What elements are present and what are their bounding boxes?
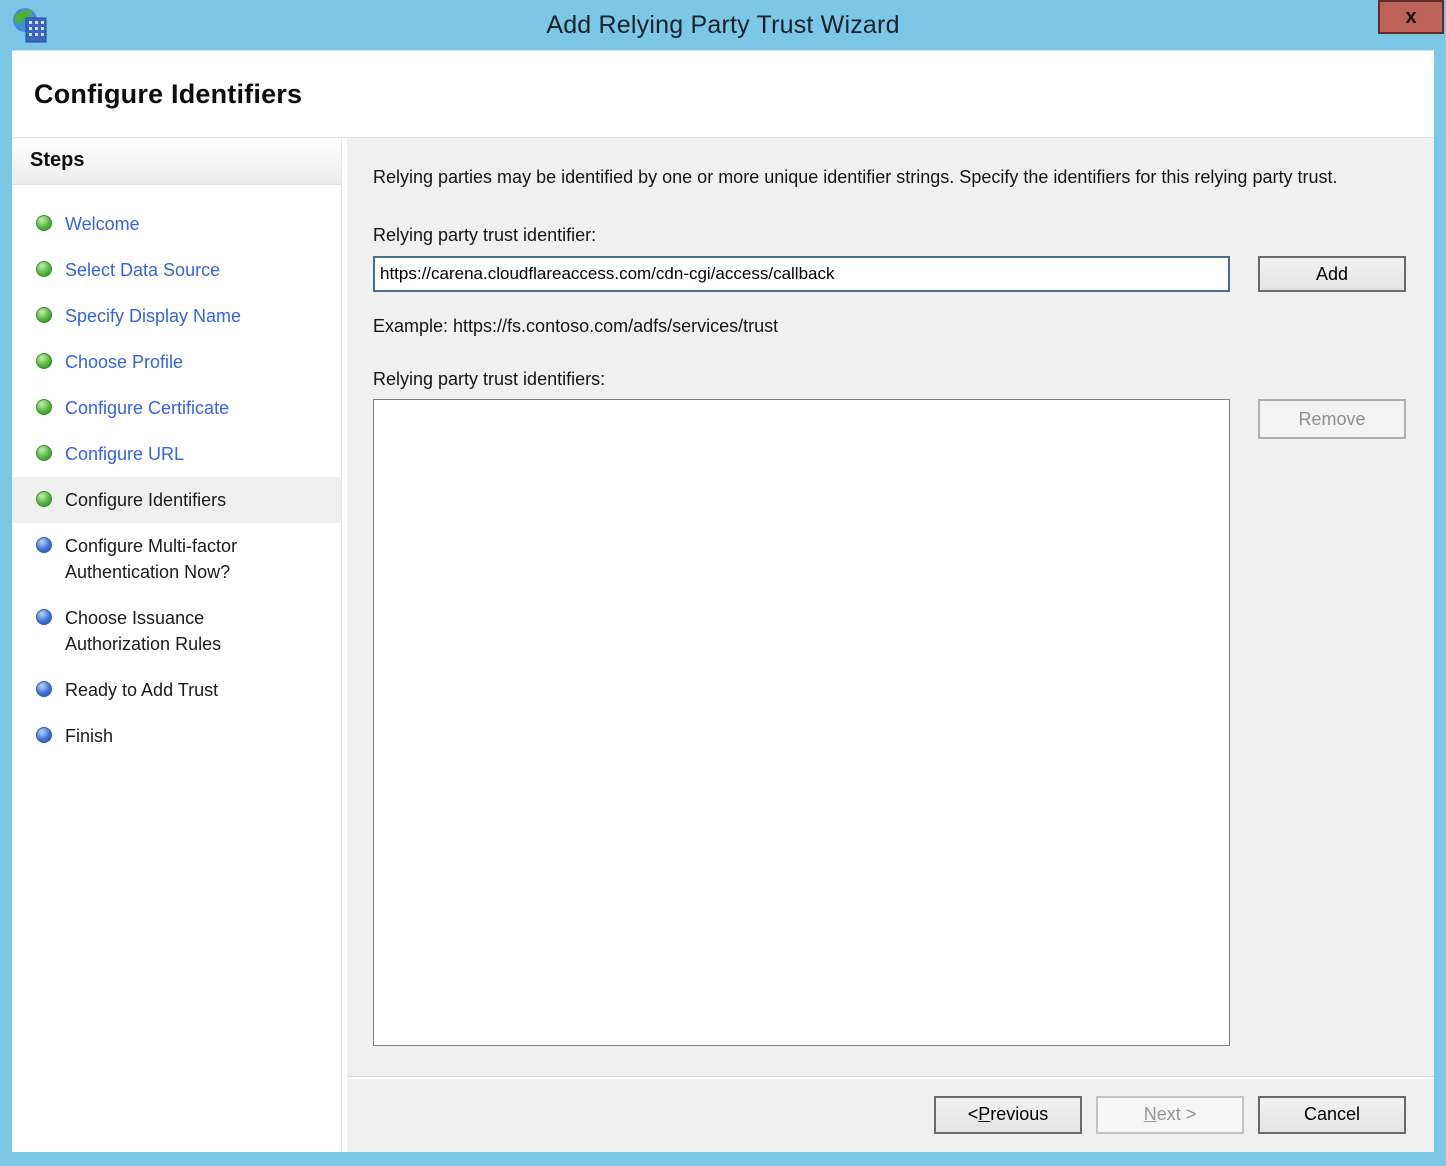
next-label-rest: ext > [1156, 1104, 1197, 1124]
close-icon: x [1405, 6, 1417, 28]
step-item-choose-issuance-authorization-rules: Choose Issuance Authorization Rules [12, 595, 341, 667]
step-label: Specify Display Name [65, 306, 242, 326]
step-status-dot [36, 261, 52, 277]
step-item-welcome[interactable]: Welcome [12, 201, 341, 247]
main-content: Relying parties may be identified by one… [347, 138, 1434, 1076]
step-item-configure-certificate[interactable]: Configure Certificate [12, 385, 341, 431]
step-status-dot [36, 307, 52, 323]
cancel-button[interactable]: Cancel [1258, 1095, 1406, 1134]
previous-button[interactable]: < Previous [934, 1095, 1082, 1134]
previous-label-rest: revious [990, 1104, 1049, 1124]
wizard-frame: Configure Identifiers Steps Welcome Sele… [12, 50, 1434, 1152]
step-item-ready-to-add-trust: Ready to Add Trust [12, 667, 341, 713]
window-title: Add Relying Party Trust Wizard [546, 10, 900, 39]
title-bar[interactable]: Add Relying Party Trust Wizard x [0, 0, 1446, 50]
main-panel: Relying parties may be identified by one… [347, 138, 1434, 1152]
footer-bar: < Previous Next > Cancel [347, 1076, 1434, 1152]
step-label: Configure URL [65, 444, 185, 464]
wizard-body: Steps Welcome Select Data Source Specify… [12, 137, 1434, 1152]
close-button[interactable]: x [1378, 0, 1444, 34]
example-text: Example: https://fs.contoso.com/adfs/ser… [373, 316, 779, 336]
step-label: Select Data Source [65, 260, 221, 280]
step-item-choose-profile[interactable]: Choose Profile [12, 339, 341, 385]
step-status-dot [36, 215, 52, 231]
step-item-configure-url[interactable]: Configure URL [12, 431, 341, 477]
step-label: Configure Identifiers [65, 490, 227, 510]
step-status-dot [36, 445, 52, 461]
step-label: Finish [65, 726, 114, 746]
step-item-select-data-source[interactable]: Select Data Source [12, 247, 341, 293]
step-label: Ready to Add Trust [65, 680, 219, 700]
step-status-dot [36, 353, 52, 369]
step-item-configure-multi-factor-authentication-now: Configure Multi-factor Authentication No… [12, 523, 341, 595]
steps-header: Steps [12, 138, 341, 185]
next-accesskey: N [1143, 1104, 1157, 1124]
identifiers-list-label: Relying party trust identifiers: [373, 369, 606, 389]
step-status-dot [36, 537, 52, 553]
step-label: Configure Multi-factor Authentication No… [65, 536, 238, 582]
identifier-input-row: Add [373, 256, 1406, 292]
remove-button[interactable]: Remove [1258, 399, 1406, 439]
wizard-window: Add Relying Party Trust Wizard x Configu… [0, 0, 1446, 1166]
step-status-dot [36, 681, 52, 697]
step-label: Configure Certificate [65, 398, 230, 418]
heading-band: Configure Identifiers [12, 51, 1434, 137]
step-status-dot [36, 491, 52, 507]
identifier-input[interactable] [373, 256, 1230, 292]
step-label: Choose Issuance Authorization Rules [65, 608, 222, 654]
previous-label-part: < [967, 1104, 979, 1124]
add-button[interactable]: Add [1258, 256, 1406, 292]
step-status-dot [36, 727, 52, 743]
page-title: Configure Identifiers [34, 78, 303, 109]
steps-list: Welcome Select Data Source Specify Displ… [12, 185, 341, 759]
step-item-specify-display-name[interactable]: Specify Display Name [12, 293, 341, 339]
next-button[interactable]: Next > [1096, 1095, 1244, 1134]
steps-sidebar: Steps Welcome Select Data Source Specify… [12, 138, 342, 1152]
identifier-label: Relying party trust identifier: [373, 225, 597, 245]
step-item-finish: Finish [12, 713, 341, 759]
step-label: Welcome [65, 214, 140, 234]
step-status-dot [36, 399, 52, 415]
previous-accesskey: P [978, 1104, 991, 1124]
identifiers-list-row: Remove [373, 399, 1406, 1046]
step-label: Choose Profile [65, 352, 184, 372]
intro-text: Relying parties may be identified by one… [373, 167, 1338, 187]
identifiers-listbox[interactable] [373, 399, 1230, 1046]
step-status-dot [36, 609, 52, 625]
step-item-configure-identifiers: Configure Identifiers [12, 477, 341, 523]
